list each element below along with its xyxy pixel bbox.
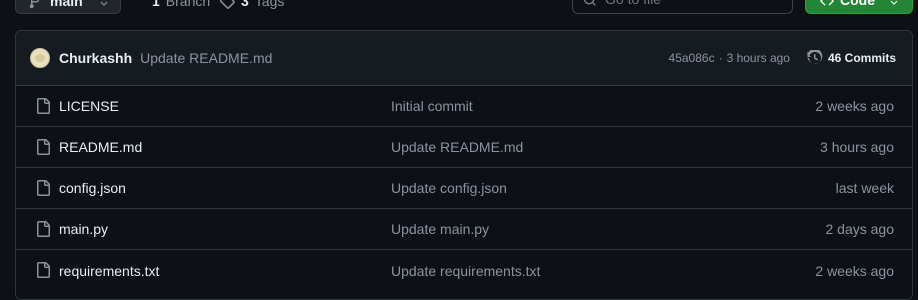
file-commit-message-link[interactable]: Update requirements.txt (391, 263, 540, 279)
code-button-label: Code (840, 0, 875, 8)
search-icon (584, 0, 596, 6)
branches-count: 1 (152, 0, 160, 9)
file-icon (35, 221, 51, 237)
chevron-down-icon (890, 0, 898, 5)
file-table: Churkashh Update README.md 45a086c · 3 h… (15, 30, 913, 300)
file-name-link[interactable]: LICENSE (59, 98, 119, 114)
file-commit-message-link[interactable]: Update README.md (391, 139, 523, 155)
commit-message-link[interactable]: Update README.md (140, 50, 272, 66)
branch-selector-button[interactable]: main (15, 0, 121, 14)
branch-icon (29, 0, 39, 9)
commit-separator: · (718, 51, 723, 65)
file-icon (35, 180, 51, 196)
commits-history-link[interactable]: 46 Commits (807, 50, 896, 66)
commit-sha-link[interactable]: 45a086c (669, 51, 715, 65)
chevron-down-icon (100, 1, 108, 6)
file-row[interactable]: config.json Update config.json last week (16, 168, 912, 209)
file-name-link[interactable]: README.md (59, 139, 142, 155)
branch-name: main (50, 0, 83, 9)
file-icon (35, 262, 51, 278)
file-name-link[interactable]: requirements.txt (59, 263, 159, 279)
go-to-file-field[interactable] (572, 0, 793, 14)
commit-author-link[interactable]: Churkashh (59, 50, 132, 66)
file-commit-age: 3 hours ago (820, 139, 894, 155)
go-to-file-input[interactable] (605, 0, 765, 7)
avatar[interactable] (30, 48, 50, 68)
commit-meta: 45a086c · 3 hours ago 46 Commits (669, 50, 896, 66)
file-row[interactable]: main.py Update main.py 2 days ago (16, 209, 912, 250)
history-icon (807, 50, 823, 64)
file-name-link[interactable]: main.py (59, 221, 108, 237)
latest-commit-bar: Churkashh Update README.md 45a086c · 3 h… (16, 31, 912, 86)
file-commit-age: 2 days ago (825, 221, 895, 237)
file-commit-age: 2 weeks ago (815, 98, 894, 114)
commit-time: 3 hours ago (726, 51, 790, 65)
branches-link[interactable]: 1 Branch (152, 0, 210, 9)
commits-count: 46 Commits (827, 51, 896, 65)
file-row[interactable]: README.md Update README.md 3 hours ago (16, 127, 912, 168)
file-row[interactable]: requirements.txt Update requirements.txt… (16, 250, 912, 291)
tags-label: Tags (254, 0, 285, 9)
repo-toolbar: main 1 Branch 3 Tags Code (0, 0, 918, 20)
tags-count: 3 (241, 0, 249, 9)
code-button[interactable]: Code (805, 0, 913, 14)
file-commit-message-link[interactable]: Initial commit (391, 98, 473, 114)
tag-icon (219, 0, 235, 9)
file-commit-age: 2 weeks ago (815, 262, 894, 279)
file-commit-message-link[interactable]: Update main.py (391, 221, 489, 237)
branches-label: Branch (165, 0, 211, 9)
file-commit-message-link[interactable]: Update config.json (391, 180, 507, 196)
tags-link[interactable]: 3 Tags (219, 0, 284, 9)
code-icon (820, 0, 834, 6)
file-row[interactable]: LICENSE Initial commit 2 weeks ago (16, 86, 912, 127)
file-commit-age: last week (835, 180, 894, 196)
file-icon (35, 139, 51, 155)
file-icon (35, 98, 51, 114)
file-name-link[interactable]: config.json (59, 180, 126, 196)
